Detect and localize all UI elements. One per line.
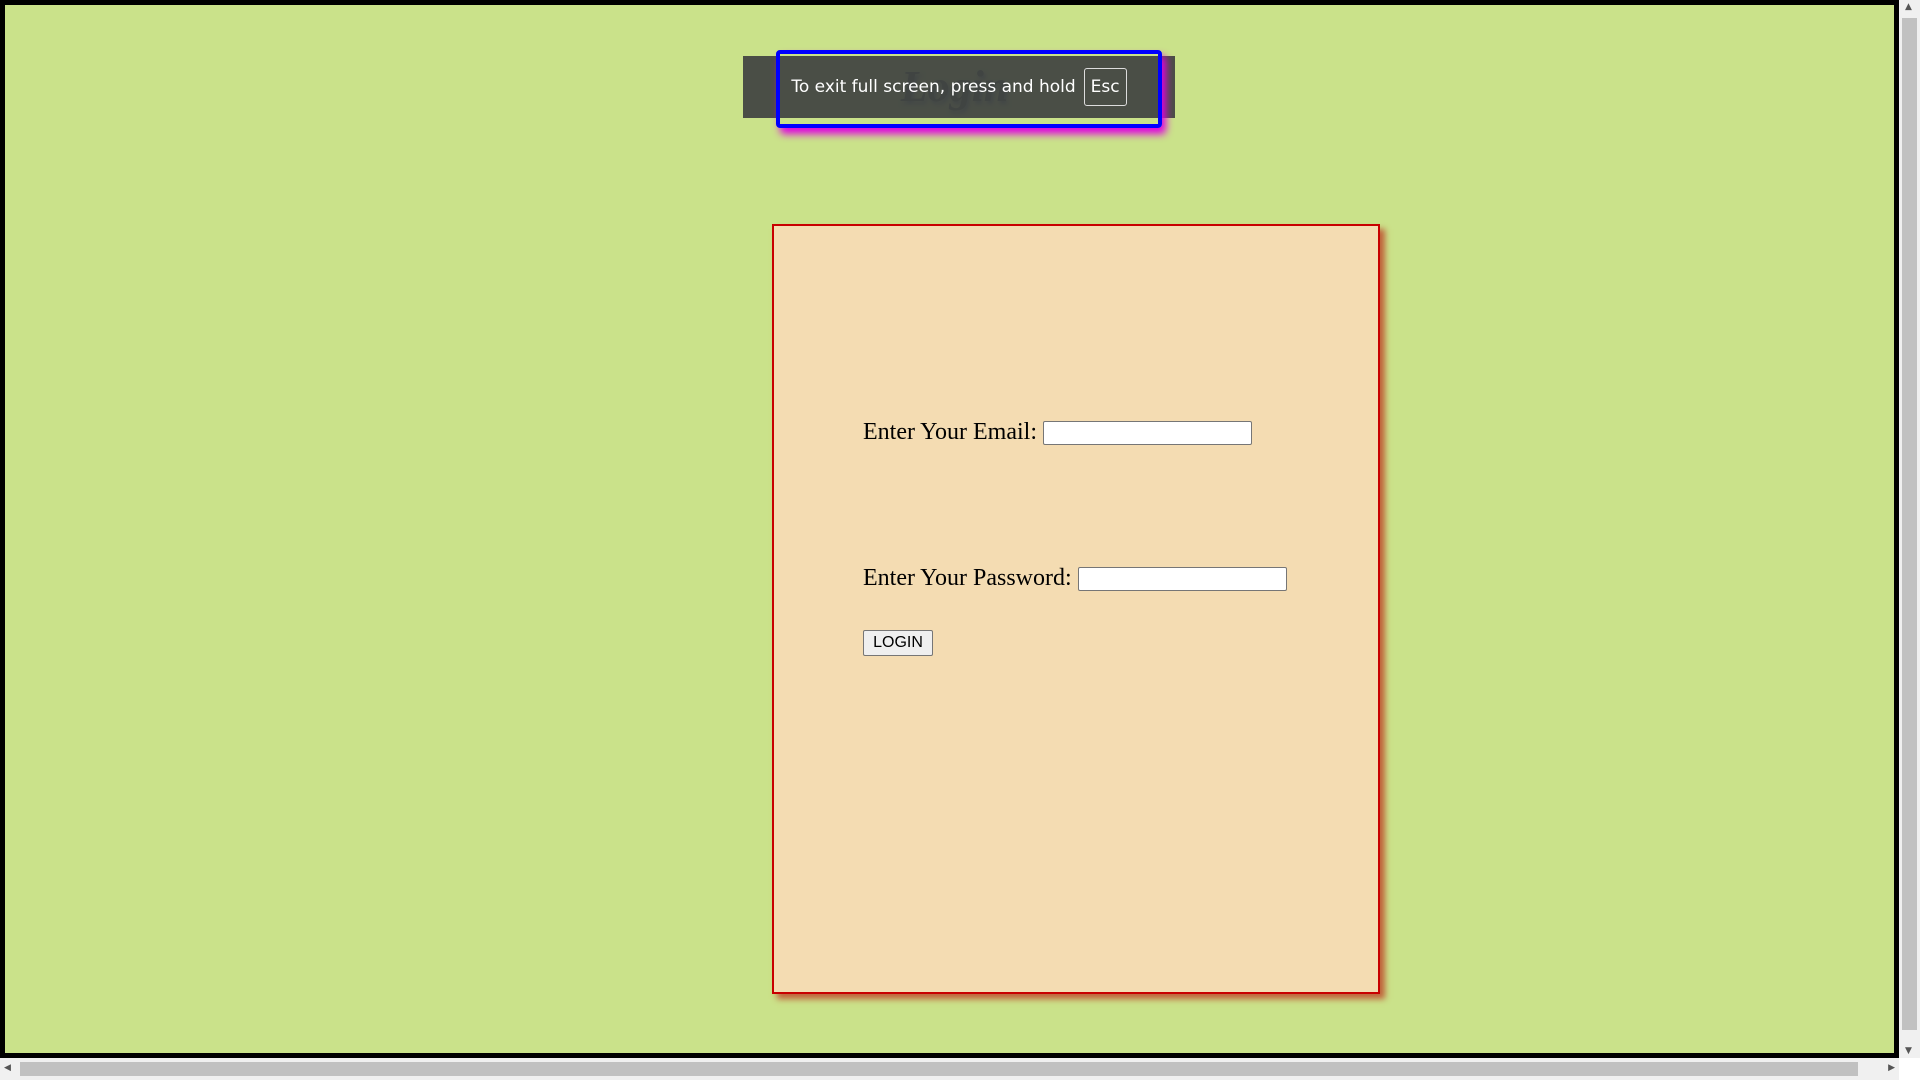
email-input[interactable] bbox=[1043, 420, 1252, 445]
browser-viewport: Login Enter Your Email: Enter Your Passw… bbox=[0, 0, 1899, 1058]
vertical-scrollbar[interactable]: ▲ ▼ bbox=[1899, 0, 1920, 1058]
scroll-right-icon[interactable]: ▶ bbox=[1888, 1063, 1895, 1073]
password-input[interactable] bbox=[1077, 566, 1287, 591]
scroll-down-icon[interactable]: ▼ bbox=[1905, 1046, 1912, 1056]
email-row: Enter Your Email: bbox=[863, 419, 1252, 446]
esc-key-badge: Esc bbox=[1083, 68, 1127, 106]
login-button[interactable]: LOGIN bbox=[863, 630, 933, 656]
scroll-up-icon[interactable]: ▲ bbox=[1905, 2, 1912, 12]
horizontal-scroll-thumb[interactable] bbox=[20, 1062, 1858, 1076]
toast-message: To exit full screen, press and hold bbox=[791, 77, 1076, 97]
vertical-scroll-thumb[interactable] bbox=[1902, 18, 1917, 1030]
password-label: Enter Your Password: bbox=[863, 565, 1072, 591]
page-body: Login Enter Your Email: Enter Your Passw… bbox=[5, 5, 1894, 1053]
horizontal-scrollbar[interactable]: ◀ ▶ bbox=[0, 1058, 1899, 1080]
fullscreen-exit-toast: To exit full screen, press and hold Esc bbox=[743, 56, 1175, 118]
scroll-left-icon[interactable]: ◀ bbox=[4, 1063, 11, 1073]
password-row: Enter Your Password: bbox=[863, 565, 1287, 592]
login-panel: Enter Your Email: Enter Your Password: L… bbox=[772, 224, 1380, 994]
email-label: Enter Your Email: bbox=[863, 419, 1037, 445]
